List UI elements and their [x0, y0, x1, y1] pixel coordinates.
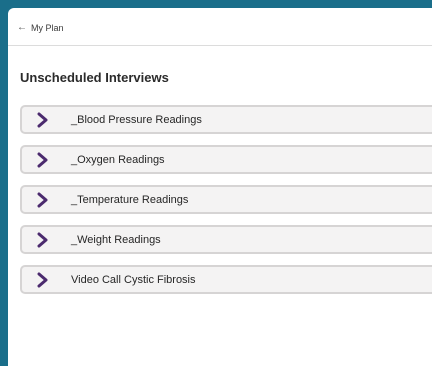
interview-item-label: _Temperature Readings [71, 193, 189, 206]
interview-item-weight[interactable]: _Weight Readings [20, 225, 432, 254]
chevron-right-icon [36, 191, 50, 209]
section-title: Unscheduled Interviews [20, 70, 169, 85]
chevron-right-icon [36, 231, 50, 249]
interview-item-label: _Blood Pressure Readings [71, 113, 202, 126]
chevron-right-icon [36, 151, 50, 169]
back-link-label: My Plan [31, 23, 64, 33]
main-panel: ← My Plan Unscheduled Interviews _Blood … [8, 8, 432, 366]
interview-item-oxygen[interactable]: _Oxygen Readings [20, 145, 432, 174]
interview-item-label: Video Call Cystic Fibrosis [71, 273, 196, 286]
interview-item-temperature[interactable]: _Temperature Readings [20, 185, 432, 214]
chevron-right-icon [36, 111, 50, 129]
interview-item-label: _Weight Readings [71, 233, 161, 246]
arrow-left-icon: ← [17, 22, 27, 33]
interview-item-video-call[interactable]: Video Call Cystic Fibrosis [20, 265, 432, 294]
back-link-my-plan[interactable]: ← My Plan [17, 22, 64, 34]
interview-item-label: _Oxygen Readings [71, 153, 165, 166]
interview-item-blood-pressure[interactable]: _Blood Pressure Readings [20, 105, 432, 134]
header-divider [8, 45, 432, 46]
interview-list: _Blood Pressure Readings _Oxygen Reading… [20, 105, 432, 305]
chevron-right-icon [36, 271, 50, 289]
